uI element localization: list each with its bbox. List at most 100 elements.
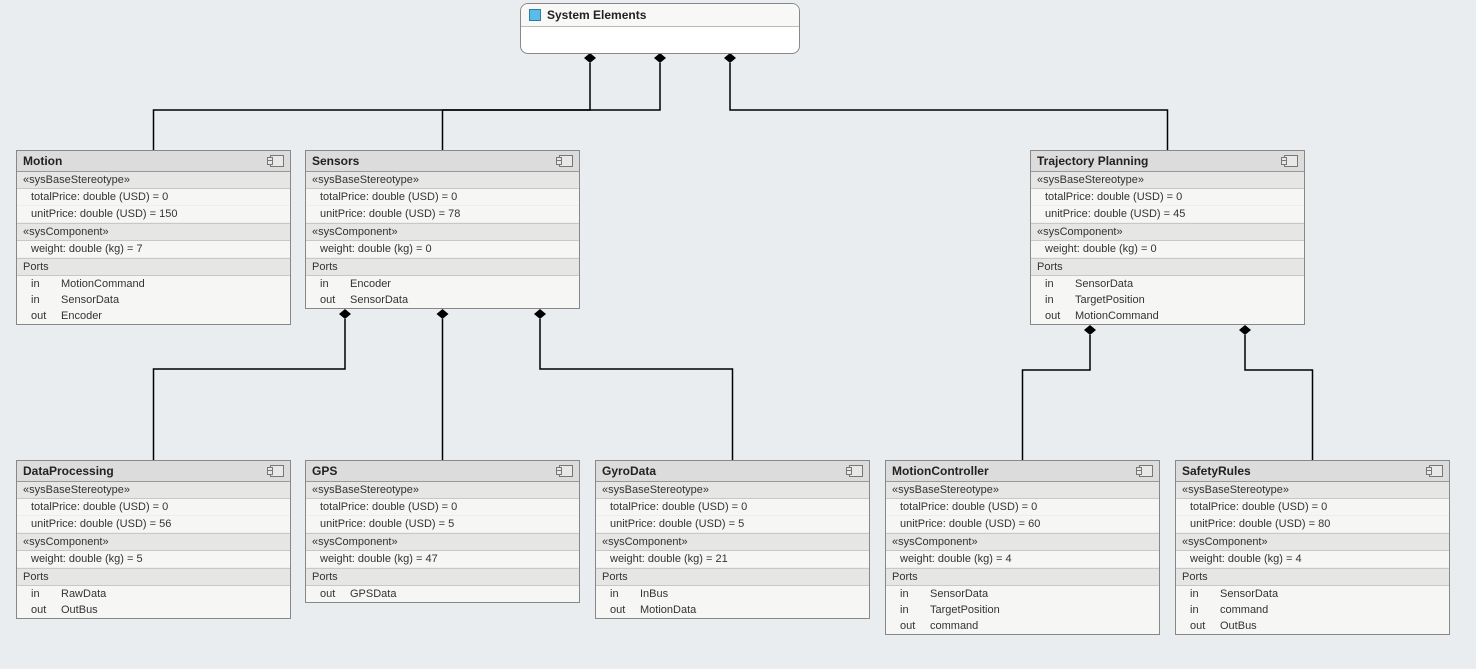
component-icon (559, 155, 573, 167)
ports-label: Ports (886, 568, 1159, 586)
prop-totalprice: totalPrice: double (USD) = 0 (1031, 189, 1304, 206)
prop-totalprice: totalPrice: double (USD) = 0 (596, 499, 869, 516)
stereotype-comp-label: «sysComponent» (17, 533, 290, 551)
stereotype-comp-label: «sysComponent» (1176, 533, 1449, 551)
root-body (521, 27, 799, 53)
stereotype-base-label: «sysBaseStereotype» (1031, 172, 1304, 189)
port-row: outOutBus (17, 602, 290, 618)
port-row: inInBus (596, 586, 869, 602)
port-name: command (1220, 604, 1268, 616)
prop-totalprice: totalPrice: double (USD) = 0 (1176, 499, 1449, 516)
port-name: GPSData (350, 588, 396, 600)
stereotype-comp-label: «sysComponent» (306, 223, 579, 241)
block-gyrodata[interactable]: GyroData«sysBaseStereotype»totalPrice: d… (595, 460, 870, 619)
stereotype-base-label: «sysBaseStereotype» (306, 172, 579, 189)
port-name: Encoder (61, 310, 102, 322)
port-row: outMotionData (596, 602, 869, 618)
port-direction: out (31, 310, 61, 322)
port-direction: out (900, 620, 930, 632)
port-direction: in (31, 588, 61, 600)
prop-unitprice: unitPrice: double (USD) = 5 (306, 516, 579, 533)
block-title: MotionController (892, 464, 989, 478)
prop-unitprice: unitPrice: double (USD) = 56 (17, 516, 290, 533)
prop-weight: weight: double (kg) = 4 (886, 551, 1159, 568)
port-direction: out (320, 294, 350, 306)
port-row: inTargetPosition (886, 602, 1159, 618)
prop-unitprice: unitPrice: double (USD) = 78 (306, 206, 579, 223)
root-title: System Elements (547, 8, 646, 22)
stereotype-base-label: «sysBaseStereotype» (17, 482, 290, 499)
block-trajectory[interactable]: Trajectory Planning «sysBaseStereotype»to… (1030, 150, 1305, 325)
prop-weight: weight: double (kg) = 0 (306, 241, 579, 258)
port-name: Encoder (350, 278, 391, 290)
prop-weight: weight: double (kg) = 5 (17, 551, 290, 568)
block-gps[interactable]: GPS«sysBaseStereotype»totalPrice: double… (305, 460, 580, 603)
block-header: GyroData (596, 461, 869, 482)
port-name: SensorData (1075, 278, 1133, 290)
port-direction: in (31, 294, 61, 306)
ports-label: Ports (17, 258, 290, 276)
port-row: outMotionCommand (1031, 308, 1304, 324)
port-direction: out (610, 604, 640, 616)
port-direction: in (900, 604, 930, 616)
block-header: GPS (306, 461, 579, 482)
stereotype-comp-label: «sysComponent» (306, 533, 579, 551)
port-name: SensorData (930, 588, 988, 600)
port-row: outcommand (886, 618, 1159, 634)
port-direction: in (31, 278, 61, 290)
diagram-canvas: System Elements Motion«sysBaseStereotype… (0, 0, 1476, 669)
port-name: OutBus (1220, 620, 1257, 632)
stereotype-comp-label: «sysComponent» (1031, 223, 1304, 241)
prop-weight: weight: double (kg) = 47 (306, 551, 579, 568)
prop-totalprice: totalPrice: double (USD) = 0 (17, 499, 290, 516)
ports-label: Ports (596, 568, 869, 586)
port-row: inSensorData (1031, 276, 1304, 292)
port-name: SensorData (61, 294, 119, 306)
prop-weight: weight: double (kg) = 21 (596, 551, 869, 568)
port-direction: in (900, 588, 930, 600)
port-direction: out (31, 604, 61, 616)
port-row: inMotionCommand (17, 276, 290, 292)
prop-unitprice: unitPrice: double (USD) = 150 (17, 206, 290, 223)
port-name: RawData (61, 588, 106, 600)
port-direction: in (1045, 278, 1075, 290)
port-direction: out (320, 588, 350, 600)
component-icon (1429, 465, 1443, 477)
stereotype-base-label: «sysBaseStereotype» (17, 172, 290, 189)
ports-label: Ports (1031, 258, 1304, 276)
block-sensors[interactable]: Sensors«sysBaseStereotype»totalPrice: do… (305, 150, 580, 309)
stereotype-base-label: «sysBaseStereotype» (886, 482, 1159, 499)
prop-weight: weight: double (kg) = 7 (17, 241, 290, 258)
stereotype-comp-label: «sysComponent» (596, 533, 869, 551)
port-row: outSensorData (306, 292, 579, 308)
port-direction: in (1190, 588, 1220, 600)
stereotype-base-label: «sysBaseStereotype» (1176, 482, 1449, 499)
block-safetyrules[interactable]: SafetyRules«sysBaseStereotype»totalPrice… (1175, 460, 1450, 635)
root-block[interactable]: System Elements (520, 3, 800, 54)
ports-label: Ports (1176, 568, 1449, 586)
block-dataprocessing[interactable]: DataProcessing«sysBaseStereotype»totalPr… (16, 460, 291, 619)
port-name: OutBus (61, 604, 98, 616)
block-title: Trajectory Planning (1037, 154, 1148, 168)
ports-label: Ports (306, 258, 579, 276)
port-row: incommand (1176, 602, 1449, 618)
component-icon (270, 155, 284, 167)
prop-weight: weight: double (kg) = 0 (1031, 241, 1304, 258)
prop-weight: weight: double (kg) = 4 (1176, 551, 1449, 568)
port-name: MotionData (640, 604, 696, 616)
prop-totalprice: totalPrice: double (USD) = 0 (306, 189, 579, 206)
port-row: inSensorData (886, 586, 1159, 602)
block-motioncontroller[interactable]: MotionController«sysBaseStereotype»total… (885, 460, 1160, 635)
block-motion[interactable]: Motion«sysBaseStereotype»totalPrice: dou… (16, 150, 291, 325)
prop-unitprice: unitPrice: double (USD) = 5 (596, 516, 869, 533)
port-name: TargetPosition (1075, 294, 1145, 306)
component-icon (849, 465, 863, 477)
port-row: inSensorData (1176, 586, 1449, 602)
port-row: outGPSData (306, 586, 579, 602)
prop-unitprice: unitPrice: double (USD) = 45 (1031, 206, 1304, 223)
port-row: inTargetPosition (1031, 292, 1304, 308)
block-header: Trajectory Planning (1031, 151, 1304, 172)
port-direction: out (1045, 310, 1075, 322)
port-name: TargetPosition (930, 604, 1000, 616)
prop-totalprice: totalPrice: double (USD) = 0 (17, 189, 290, 206)
